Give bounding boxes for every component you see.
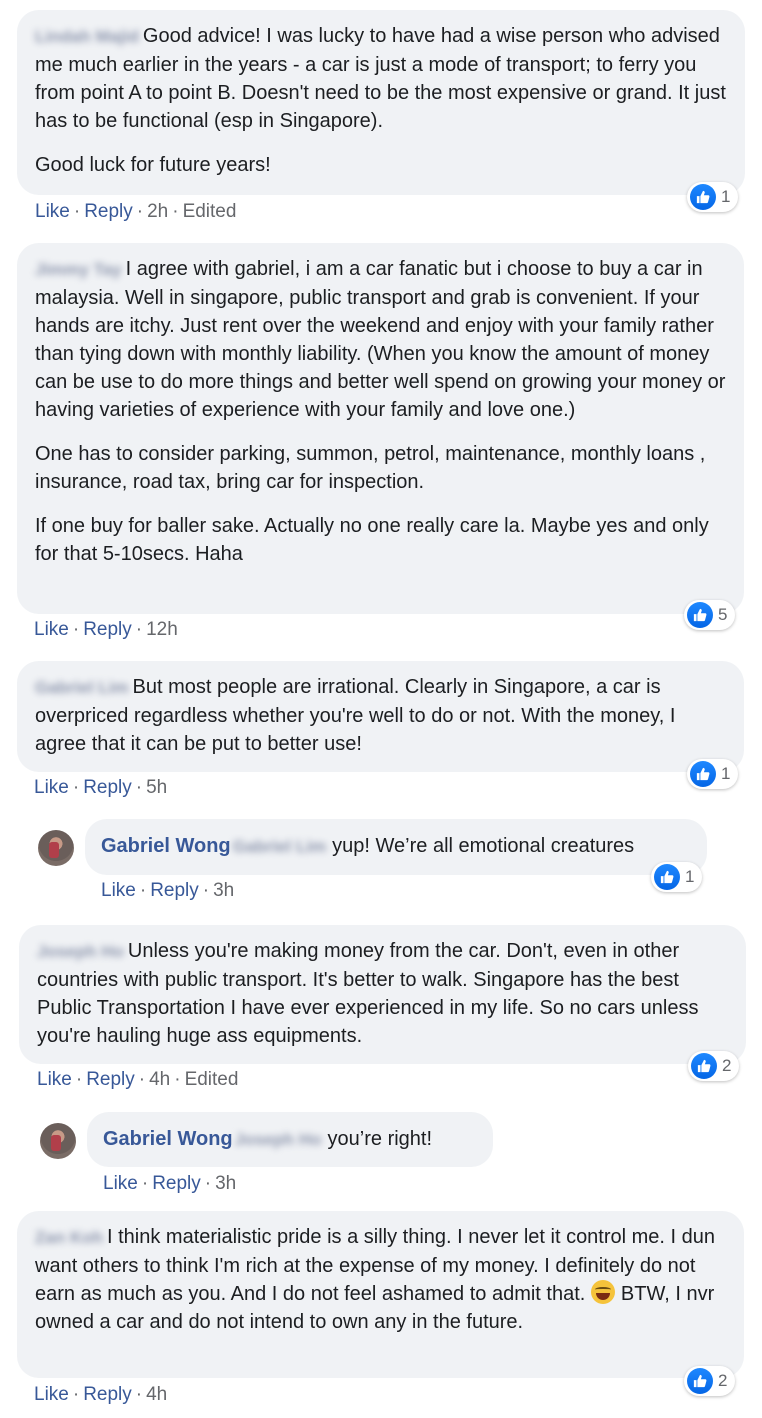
edited-label: Edited [184,1069,239,1090]
reply-link[interactable]: Reply [83,777,132,798]
author-name[interactable]: Gabriel Lim [35,678,129,697]
author-name[interactable]: Gabriel Wong [103,1128,233,1150]
like-link[interactable]: Like [34,1384,69,1405]
reaction-number: 1 [721,764,731,783]
author-name[interactable]: Jimmy Tay [35,260,122,279]
reply-link[interactable]: Reply [83,1384,132,1405]
avatar[interactable] [38,830,74,866]
comment-text: If one buy for baller sake. Actually no … [35,515,709,565]
comment-bubble: Jimmy Tay I agree with gabriel, i am a ca… [17,243,744,614]
timestamp[interactable]: 3h [213,880,234,901]
reaction-number: 5 [718,605,728,624]
reply-link[interactable]: Reply [84,201,133,222]
reaction-number: 2 [718,1371,728,1390]
comment-text: yup! We’re all emotional creatures [332,835,635,857]
comment-bubble: Zan Koh I think materialistic pride is a … [17,1211,744,1378]
comment-text: Unless you're making money from the car.… [37,940,699,1047]
timestamp[interactable]: 2h [147,201,168,222]
like-link[interactable]: Like [34,619,69,640]
comment-actions: Like · Reply · 5h [34,777,168,798]
thumbs-up-icon [690,761,716,787]
comment-actions: Like · Reply · 3h [101,880,235,901]
author-name[interactable]: Zan Koh [35,1228,103,1247]
comment-actions: Like · Reply · 2h · Edited [35,201,237,222]
edited-label: Edited [182,201,237,222]
thumbs-up-icon [687,602,713,628]
comment-actions: Like · Reply · 4h [34,1384,168,1405]
reply-bubble: Gabriel Wong Joseph Ho you’re right! [87,1112,493,1167]
comment-bubble: Lindah Majid Good advice! I was lucky to … [17,10,745,195]
thumbs-up-icon [687,1368,713,1394]
author-name[interactable]: Joseph Ho [37,942,124,961]
like-link[interactable]: Like [103,1173,138,1194]
timestamp[interactable]: 4h [149,1069,170,1090]
mention-tag[interactable]: Joseph Ho [235,1130,322,1149]
comment-actions: Like · Reply · 3h [103,1173,237,1194]
comment-text: Good luck for future years! [35,154,271,176]
like-link[interactable]: Like [101,880,136,901]
comment-bubble: Gabriel Lim But most people are irrationa… [17,661,744,772]
reply-link[interactable]: Reply [83,619,132,640]
author-name[interactable]: Lindah Majid [35,27,139,46]
comment-text: But most people are irrational. Clearly … [35,676,676,755]
comment-bubble: Joseph Ho Unless you're making money from… [19,925,746,1064]
reaction-count[interactable]: 2 [688,1051,740,1081]
reaction-count[interactable]: 1 [687,182,739,212]
grinning-tears-emoji-icon [590,1280,615,1304]
reaction-number: 1 [685,867,695,886]
reaction-count[interactable]: 5 [684,600,736,630]
reply-link[interactable]: Reply [150,880,199,901]
reply-link[interactable]: Reply [152,1173,201,1194]
comment-text: you’re right! [327,1128,433,1150]
timestamp[interactable]: 12h [146,619,178,640]
timestamp[interactable]: 5h [146,777,167,798]
author-name[interactable]: Gabriel Wong [101,835,231,857]
reaction-count[interactable]: 2 [684,1366,736,1396]
comment-text: One has to consider parking, summon, pet… [35,443,706,493]
reaction-number: 1 [721,187,731,206]
reaction-count[interactable]: 1 [687,759,739,789]
mention-tag[interactable]: Gabriel Lim [233,837,327,856]
comment-actions: Like · Reply · 4h · Edited [37,1069,239,1090]
comment-actions: Like · Reply · 12h [34,619,178,640]
thumbs-up-icon [690,184,716,210]
reply-bubble: Gabriel Wong Gabriel Lim yup! We’re all em… [85,819,707,875]
reply-link[interactable]: Reply [86,1069,135,1090]
avatar[interactable] [40,1123,76,1159]
timestamp[interactable]: 3h [215,1173,236,1194]
thumbs-up-icon [691,1053,717,1079]
like-link[interactable]: Like [35,201,70,222]
thumbs-up-icon [654,864,680,890]
reaction-count[interactable]: 1 [651,862,703,892]
reaction-number: 2 [722,1056,732,1075]
comment-text: I agree with gabriel, i am a car fanatic… [35,258,726,421]
timestamp[interactable]: 4h [146,1384,167,1405]
like-link[interactable]: Like [34,777,69,798]
like-link[interactable]: Like [37,1069,72,1090]
